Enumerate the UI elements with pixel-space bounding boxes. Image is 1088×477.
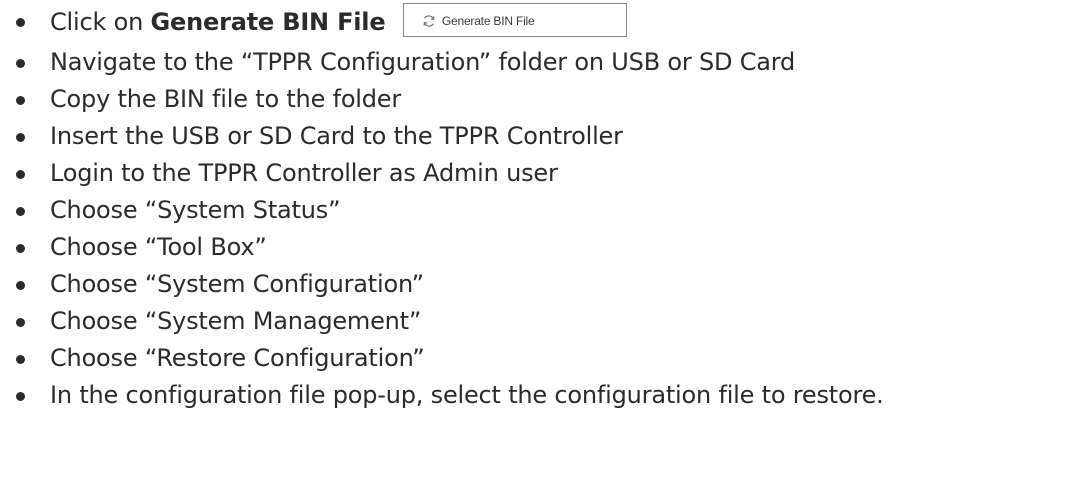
step-text: Insert the USB or SD Card to the TPPR Co… <box>50 122 623 150</box>
list-item: Choose “Restore Configuration” <box>0 340 1088 377</box>
list-item: In the configuration file pop-up, select… <box>0 377 1088 414</box>
bullet-point <box>16 243 25 253</box>
bullet-point <box>16 317 25 327</box>
bullet-point <box>16 169 25 179</box>
step-text: Choose “Tool Box” <box>50 233 267 261</box>
list-item: Choose “Tool Box” <box>0 229 1088 266</box>
bullet-point <box>16 354 25 364</box>
step-text: Click on <box>50 8 151 36</box>
list-item: Navigate to the “TPPR Configuration” fol… <box>0 44 1088 81</box>
list-item: Choose “System Management” <box>0 303 1088 340</box>
step-text: Choose “System Configuration” <box>50 270 424 298</box>
bullet-point <box>16 95 25 105</box>
list-item: Copy the BIN file to the folder <box>0 81 1088 118</box>
step-text: Choose “System Status” <box>50 196 341 224</box>
bullet-point <box>16 206 25 216</box>
list-item: Login to the TPPR Controller as Admin us… <box>0 155 1088 192</box>
step-text: Navigate to the “TPPR Configuration” fol… <box>50 48 796 76</box>
bullet-point <box>16 132 25 142</box>
step-text-bold: Generate BIN File <box>150 8 386 36</box>
bullet-point <box>16 391 25 401</box>
step-text: Login to the TPPR Controller as Admin us… <box>50 159 558 187</box>
generate-bin-file-button-label: Generate BIN File <box>441 14 535 28</box>
list-item: Insert the USB or SD Card to the TPPR Co… <box>0 118 1088 155</box>
step-text: Choose “System Management” <box>50 307 422 335</box>
list-item: Choose “System Configuration” <box>0 266 1088 303</box>
bullet-point <box>16 58 25 68</box>
bullet-point <box>16 18 25 27</box>
list-item: Click on Generate BIN File Generate BIN … <box>0 0 1088 44</box>
generate-bin-file-button[interactable]: Generate BIN File <box>402 3 627 37</box>
refresh-icon <box>422 14 436 28</box>
bullet-point <box>16 280 25 290</box>
step-text: Choose “Restore Configuration” <box>50 344 425 372</box>
list-item: Choose “System Status” <box>0 192 1088 229</box>
step-text: Copy the BIN file to the folder <box>50 85 402 113</box>
instruction-list: Click on Generate BIN File Generate BIN … <box>0 0 1088 414</box>
step-text: In the configuration file pop-up, select… <box>50 381 884 409</box>
